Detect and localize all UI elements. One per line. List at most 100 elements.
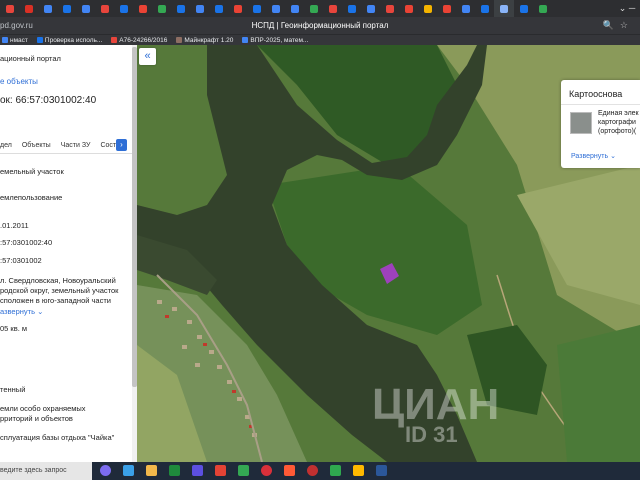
bookmark-favicon-icon: [242, 37, 249, 43]
browser-tab[interactable]: [399, 0, 418, 17]
browser-tab[interactable]: [475, 0, 494, 17]
taskbar-app-icon[interactable]: [169, 465, 180, 476]
browser-tab[interactable]: [95, 0, 114, 17]
bookmark-label: А76-24266/2016: [119, 36, 168, 44]
browser-tab[interactable]: [190, 0, 209, 17]
browser-tab[interactable]: [228, 0, 247, 17]
taskbar-app-icon[interactable]: [284, 465, 295, 476]
browser-tab[interactable]: [38, 0, 57, 17]
browser-tab[interactable]: [380, 0, 399, 17]
browser-tab[interactable]: [133, 0, 152, 17]
taskbar-app-icon[interactable]: [238, 465, 249, 476]
collapse-panel-button[interactable]: «: [139, 48, 156, 65]
taskbar-app-icon[interactable]: [307, 465, 318, 476]
back-to-objects-link[interactable]: е объекты: [0, 77, 38, 86]
tab-composition[interactable]: Сост: [100, 142, 116, 149]
browser-tab[interactable]: [114, 0, 133, 17]
browser-tab[interactable]: [0, 0, 19, 17]
basemap-desc-line-1: Единая элек: [598, 110, 639, 117]
tab-favicon-icon: [176, 4, 185, 13]
taskbar-app-icon[interactable]: [330, 465, 341, 476]
basemap-description: Единая элек картографи (ортофото)(: [598, 109, 640, 136]
tab-general[interactable]: дел: [0, 142, 12, 149]
tab-favicon-icon: [81, 4, 90, 13]
bookmark-favicon-icon: [36, 37, 43, 43]
tab-favicon-icon: [62, 4, 71, 13]
tabs-next-arrow-icon[interactable]: ›: [116, 139, 127, 151]
bookmark-favicon-icon: [2, 37, 8, 43]
bookmark-item[interactable]: нмаст: [2, 37, 28, 44]
taskbar-app-icon[interactable]: [123, 465, 134, 476]
browser-tab[interactable]: [323, 0, 342, 17]
browser-tab[interactable]: [171, 0, 190, 17]
tab-favicon-icon: [480, 4, 489, 13]
browser-action-icons[interactable]: 🔍☆: [603, 20, 634, 31]
tab-favicon-icon: [233, 4, 242, 13]
browser-tab[interactable]: [514, 0, 533, 17]
browser-tab[interactable]: [418, 0, 437, 17]
taskbar-app-icon[interactable]: [100, 465, 111, 476]
bookmark-item[interactable]: ВПР-2025, матем...: [242, 37, 308, 44]
browser-tab[interactable]: [209, 0, 228, 17]
field-cadastral-number: :57:0301002:40: [0, 238, 53, 247]
browser-tab[interactable]: [76, 0, 95, 17]
tab-favicon-icon: [43, 4, 52, 13]
panel-tabs: дел Объекты Части ЗУ Сост ›: [0, 137, 133, 154]
browser-tab[interactable]: [456, 0, 475, 17]
browser-tab[interactable]: [266, 0, 285, 17]
taskbar-app-icon[interactable]: [376, 465, 387, 476]
taskbar-app-icon[interactable]: [215, 465, 226, 476]
basemap-expand-row[interactable]: Развернуть ⌄: [571, 152, 616, 160]
browser-tab-strip: ⌄ ─: [0, 0, 640, 17]
chevron-down-icon[interactable]: ⌄: [610, 153, 616, 160]
land-category-line-2: рриторий и объектов: [0, 414, 73, 423]
address-expand-link[interactable]: азвернуть: [0, 307, 35, 316]
taskbar-search-box[interactable]: ведите здесь запрос: [0, 462, 92, 480]
tab-list-chevron-icon[interactable]: ⌄ ─: [614, 3, 640, 14]
bookmark-label: Майнкрафт 1.20: [184, 36, 234, 44]
bookmark-label: Проверка исполь...: [44, 36, 103, 44]
browser-tab[interactable]: [304, 0, 323, 17]
field-date: .01.2011: [0, 221, 29, 230]
chevron-down-icon[interactable]: ⌄: [37, 307, 43, 316]
browser-tab[interactable]: [19, 0, 38, 17]
tab-favicon-icon: [138, 4, 147, 13]
basemap-desc-line-2: картографи: [598, 119, 636, 126]
browser-tab[interactable]: [342, 0, 361, 17]
basemap-thumbnail[interactable]: [570, 112, 592, 134]
taskbar-app-icon[interactable]: [146, 465, 157, 476]
address-line-1: л. Свердловская, Новоуральский: [0, 276, 116, 285]
tab-favicon-icon: [461, 4, 470, 13]
browser-tab[interactable]: [437, 0, 456, 17]
browser-tab[interactable]: [285, 0, 304, 17]
browser-tab[interactable]: [247, 0, 266, 17]
tab-objects[interactable]: Объекты: [22, 142, 51, 149]
tab-favicon-icon: [366, 4, 375, 13]
bookmark-item[interactable]: Майнкрафт 1.20: [176, 37, 233, 44]
taskbar-app-icon[interactable]: [261, 465, 272, 476]
basemap-expand-link[interactable]: Развернуть: [571, 153, 608, 160]
taskbar-app-icon[interactable]: [192, 465, 203, 476]
field-permitted-use: сплуатация базы отдыха "Чайка": [0, 433, 115, 442]
tab-favicon-icon: [24, 4, 33, 13]
browser-tab[interactable]: [57, 0, 76, 17]
bookmark-label: ВПР-2025, матем...: [250, 36, 309, 44]
tab-favicon-icon: [500, 4, 508, 13]
object-info-panel: ационный портал е объекты ок: 66:57:0301…: [0, 45, 137, 462]
browser-tab[interactable]: [361, 0, 380, 17]
browser-tab[interactable]: [152, 0, 171, 17]
taskbar-app-icon[interactable]: [353, 465, 364, 476]
tab-favicon-icon: [347, 4, 356, 13]
bookmark-item[interactable]: А76-24266/2016: [111, 37, 167, 44]
bookmarks-bar: нмаст Проверка исполь... А76-24266/2016 Май…: [0, 34, 640, 45]
address-line-2: родской округ, земельный участок: [0, 286, 119, 295]
tab-parts[interactable]: Части ЗУ: [61, 142, 91, 149]
land-category-line-1: емли особо охраняемых: [0, 404, 86, 413]
browser-tab[interactable]: [494, 0, 514, 17]
bookmark-favicon-icon: [176, 37, 183, 43]
address-expand-row: азвернуть ⌄: [0, 307, 43, 316]
bookmark-item[interactable]: Проверка исполь...: [36, 36, 103, 44]
browser-tab[interactable]: [533, 0, 552, 17]
bookmark-favicon-icon: [111, 37, 118, 43]
windows-taskbar: ведите здесь запрос: [0, 462, 640, 480]
